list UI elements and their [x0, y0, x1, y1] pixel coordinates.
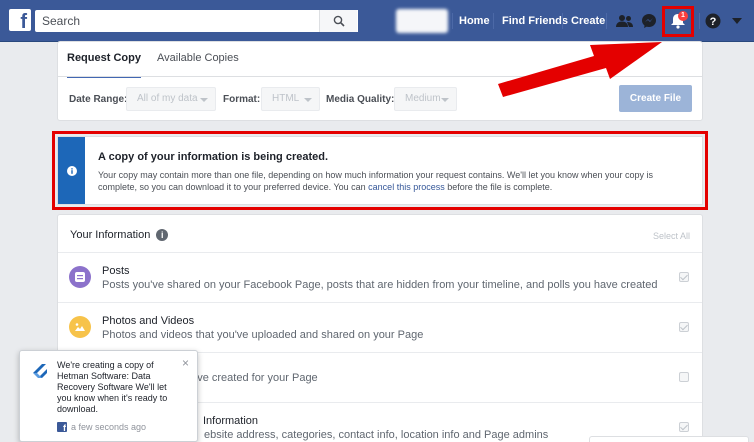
format-select[interactable]: HTML — [261, 87, 320, 111]
nav-divider — [562, 13, 563, 29]
format-value: HTML — [272, 93, 300, 104]
date-range-select[interactable]: All of my data — [126, 87, 216, 111]
chevron-down-icon — [200, 98, 208, 102]
top-navigation-bar: f Home Find Friends Create 1 ? — [0, 0, 754, 42]
media-quality-select[interactable]: Medium — [394, 87, 457, 111]
photos-icon — [69, 316, 91, 338]
profile-link-blurred[interactable] — [396, 9, 448, 33]
search-box — [35, 10, 358, 32]
chevron-down-icon — [441, 98, 449, 102]
info-row-photos-videos[interactable]: Photos and Videos Photos and videos that… — [58, 303, 702, 353]
nav-divider — [699, 13, 700, 29]
format-label: Format: — [223, 94, 261, 105]
posts-checkbox[interactable] — [679, 272, 689, 282]
row-description: u've created for your Page — [189, 372, 318, 384]
close-icon[interactable]: × — [182, 356, 189, 370]
row-title: Information — [203, 415, 259, 427]
friend-requests-icon[interactable] — [614, 10, 636, 32]
chat-tab[interactable] — [589, 436, 749, 442]
media-quality-label: Media Quality: — [326, 94, 395, 105]
annotation-highlight-box — [662, 6, 694, 37]
nav-divider — [452, 13, 453, 29]
nav-create[interactable]: Create — [571, 0, 605, 42]
row-title: Posts — [102, 265, 130, 277]
info-row-posts[interactable]: Posts Posts you've shared on your Facebo… — [58, 253, 702, 303]
svg-text:?: ? — [710, 16, 717, 28]
tab-available-copies[interactable]: Available Copies — [157, 52, 239, 64]
info-icon[interactable]: i — [156, 229, 169, 241]
tabs-divider — [58, 76, 702, 77]
nav-divider — [493, 13, 494, 29]
toast-message: We're creating a copy of Hetman Software… — [57, 360, 168, 414]
facebook-small-icon: f — [57, 422, 67, 432]
posts-icon — [69, 266, 91, 288]
notification-toast[interactable]: We're creating a copy of Hetman Software… — [19, 350, 198, 442]
page-info-checkbox[interactable] — [679, 422, 689, 432]
events-checkbox[interactable] — [679, 372, 689, 382]
your-information-heading: Your Information i — [70, 229, 169, 241]
create-file-button[interactable]: Create File — [619, 85, 692, 112]
search-input[interactable] — [36, 11, 316, 31]
row-title: Photos and Videos — [102, 315, 195, 327]
nav-home[interactable]: Home — [459, 0, 490, 42]
row-description: Photos and videos that you've uploaded a… — [102, 329, 424, 341]
chevron-down-icon — [304, 98, 312, 102]
toast-footer: f a few seconds ago — [57, 422, 146, 432]
date-range-value: All of my data — [137, 93, 198, 104]
messenger-icon[interactable] — [638, 10, 660, 32]
row-description: ebsite address, categories, contact info… — [204, 429, 549, 441]
row-description: Posts you've shared on your Facebook Pag… — [102, 279, 658, 291]
search-icon — [333, 15, 345, 27]
help-icon[interactable]: ? — [702, 10, 724, 32]
search-button[interactable] — [319, 10, 357, 32]
nav-divider — [606, 13, 607, 29]
account-menu-chevron-down-icon[interactable] — [726, 10, 748, 32]
date-range-label: Date Range: — [69, 94, 128, 105]
select-all-link[interactable]: Select All — [653, 231, 690, 241]
download-options-card: Request Copy Available Copies Date Range… — [57, 41, 703, 121]
tab-request-copy[interactable]: Request Copy — [67, 52, 141, 78]
your-information-title: Your Information — [70, 229, 151, 241]
annotation-highlight-rectangle — [52, 131, 708, 210]
media-quality-value: Medium — [405, 93, 441, 104]
facebook-logo-icon[interactable]: f — [9, 9, 31, 31]
hetman-logo-icon — [33, 364, 47, 378]
photos-checkbox[interactable] — [679, 322, 689, 332]
toast-time: a few seconds ago — [71, 422, 147, 432]
nav-find-friends[interactable]: Find Friends — [502, 0, 568, 42]
